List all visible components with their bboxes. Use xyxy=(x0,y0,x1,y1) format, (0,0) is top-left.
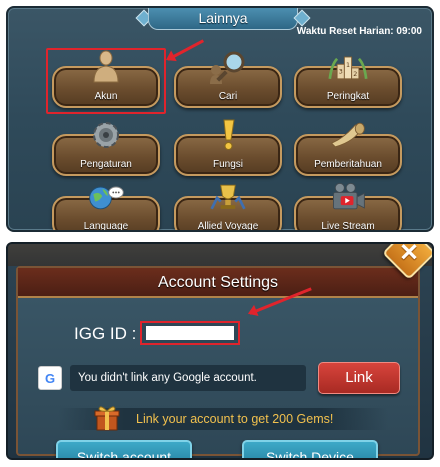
tile-search[interactable]: Cari xyxy=(174,51,282,108)
red-arrow-annotation xyxy=(167,39,205,61)
panel-title: Lainnya xyxy=(148,8,298,30)
switch-device-button[interactable]: Switch Device xyxy=(242,440,378,458)
dialog-title: Account Settings xyxy=(157,274,279,291)
svg-text:2: 2 xyxy=(353,71,357,78)
google-link-status: You didn't link any Google account. xyxy=(70,365,306,391)
dialog-header: Account Settings xyxy=(18,268,418,298)
tile-ranking[interactable]: 3 1 2 Peringkat xyxy=(294,56,402,108)
account-settings-screen: Account Settings IGG ID : G You didn't l… xyxy=(6,242,434,460)
igg-id-label: IGG ID : xyxy=(74,324,137,343)
horn-icon xyxy=(328,118,368,152)
tile-label: Peringkat xyxy=(326,91,370,102)
tile-live-stream[interactable]: Live Stream xyxy=(294,182,402,232)
igg-id-highlight xyxy=(140,321,240,345)
video-camera-icon xyxy=(328,180,368,214)
tile-functions[interactable]: Fungsi xyxy=(174,119,282,176)
tile-allied-voyage[interactable]: Allied Voyage xyxy=(174,184,282,232)
gems-promo-bar: Link your account to get 200 Gems! xyxy=(58,406,388,431)
exclamation-icon xyxy=(208,118,248,152)
globe-chat-icon xyxy=(86,180,126,214)
more-menu-panel: Lainnya Waktu Reset Harian: 09:00 Akun C… xyxy=(6,6,434,232)
tile-language[interactable]: Language xyxy=(52,186,160,232)
tile-notifications[interactable]: Pemberitahuan xyxy=(294,122,402,176)
account-settings-dialog: Account Settings IGG ID : G You didn't l… xyxy=(16,266,420,458)
daily-reset-text: Waktu Reset Harian: 09:00 xyxy=(296,26,422,37)
tile-label: Fungsi xyxy=(212,159,243,170)
ranking-podium-icon: 3 1 2 xyxy=(328,50,368,84)
tile-label: Language xyxy=(83,221,129,232)
tile-label: Cari xyxy=(218,91,238,102)
close-icon: ✕ xyxy=(398,242,420,267)
gems-promo-text: Link your account to get 200 Gems! xyxy=(136,412,334,426)
tile-settings[interactable]: Pengaturan xyxy=(52,122,160,176)
tile-label: Pengaturan xyxy=(80,159,132,170)
link-button[interactable]: Link xyxy=(318,362,400,394)
igg-id-value-redacted xyxy=(146,326,234,340)
tile-label: Allied Voyage xyxy=(197,221,259,232)
tile-label: Pemberitahuan xyxy=(314,159,382,170)
switch-account-button[interactable]: Switch account xyxy=(56,440,192,458)
gift-box-icon xyxy=(94,404,120,432)
trophy-icon xyxy=(208,180,248,214)
svg-text:1: 1 xyxy=(346,62,350,69)
gear-icon xyxy=(86,118,126,152)
svg-text:3: 3 xyxy=(339,68,343,75)
background-menu-strip xyxy=(8,244,432,266)
tile-label: Live Stream xyxy=(321,221,375,232)
highlight-box-account xyxy=(46,48,166,114)
search-magnifier-icon xyxy=(208,50,248,84)
google-icon: G xyxy=(38,366,62,390)
